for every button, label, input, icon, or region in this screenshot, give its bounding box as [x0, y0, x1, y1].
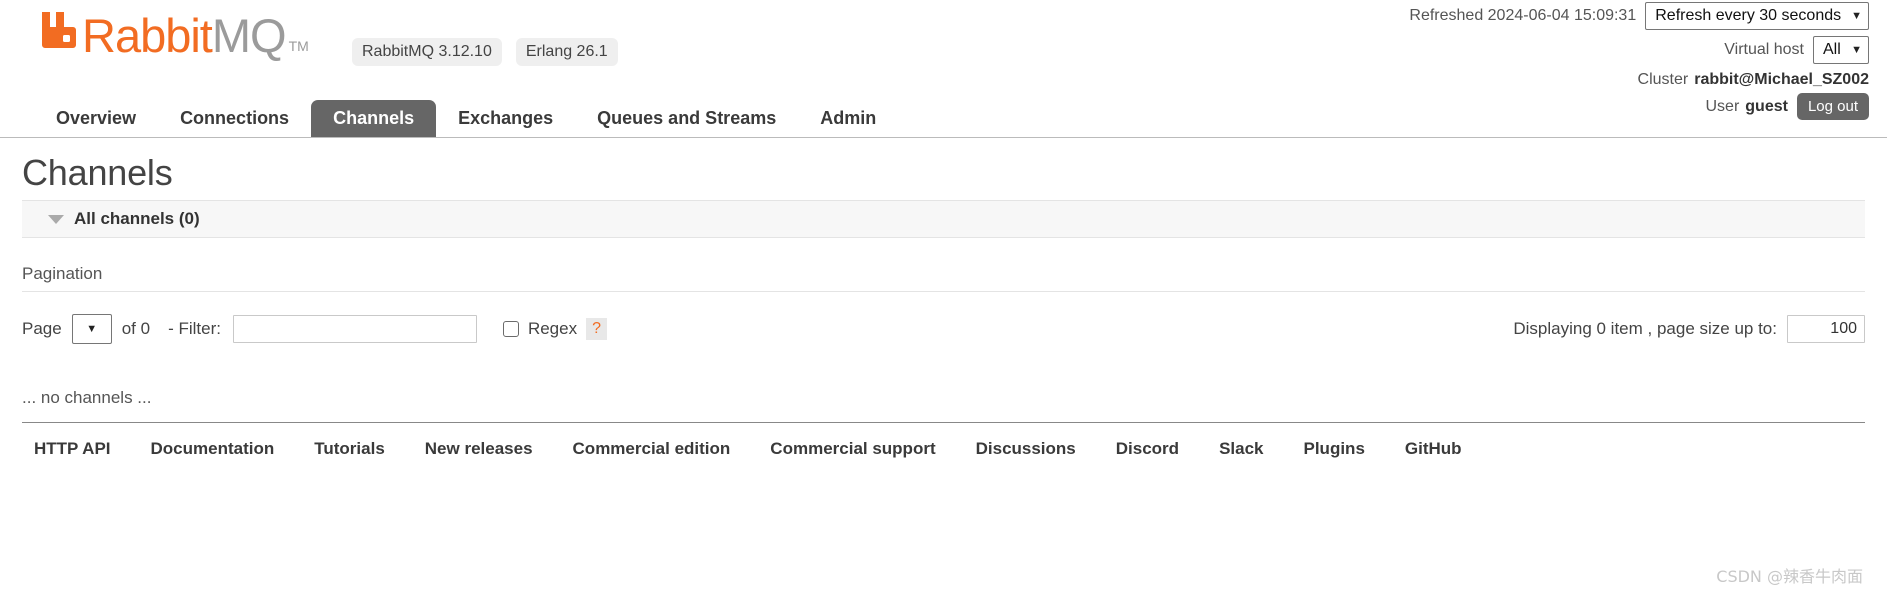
- page-number-select[interactable]: ▼: [71, 314, 112, 344]
- page-label: Page: [22, 319, 62, 338]
- footer-link-documentation[interactable]: Documentation: [151, 439, 275, 459]
- refresh-interval-value: Refresh every 30 seconds: [1655, 7, 1842, 24]
- regex-help-icon[interactable]: ?: [586, 318, 607, 340]
- cluster-name: rabbit@Michael_SZ002: [1694, 71, 1869, 88]
- footer-link-plugins[interactable]: Plugins: [1304, 439, 1365, 459]
- brand-name-mq: MQ: [211, 9, 287, 62]
- tab-connections[interactable]: Connections: [158, 100, 311, 137]
- erlang-version-badge: Erlang 26.1: [515, 38, 618, 66]
- footer-link-github[interactable]: GitHub: [1405, 439, 1462, 459]
- tab-exchanges[interactable]: Exchanges: [436, 100, 575, 137]
- version-badges: RabbitMQ 3.12.10 Erlang 26.1: [352, 38, 618, 66]
- refresh-row: Refreshed 2024-06-04 15:09:31 Refresh ev…: [1409, 2, 1869, 30]
- regex-checkbox[interactable]: [502, 321, 519, 337]
- tab-channels[interactable]: Channels: [311, 100, 437, 137]
- rabbitmq-version-badge: RabbitMQ 3.12.10: [352, 38, 502, 66]
- tab-queues-and-streams[interactable]: Queues and Streams: [575, 100, 798, 137]
- all-channels-label: All channels (0): [74, 209, 200, 228]
- cluster-row: Cluster rabbit@Michael_SZ002: [1409, 71, 1869, 89]
- page-title: Channels: [22, 152, 173, 193]
- triangle-down-icon[interactable]: [48, 214, 64, 224]
- main-navigation: Overview Connections Channels Exchanges …: [0, 100, 1887, 138]
- vhost-value: All: [1823, 41, 1841, 58]
- page-header: RabbitMQ TM RabbitMQ 3.12.10 Erlang 26.1…: [0, 0, 1887, 120]
- pagination-controls: Page ▼ of 0 - Filter: Regex ? Displaying…: [22, 314, 1865, 344]
- pagination-right-group: Displaying 0 item , page size up to:: [1513, 315, 1865, 343]
- vhost-label: Virtual host: [1724, 41, 1804, 58]
- chevron-down-icon: ▼: [1851, 44, 1862, 56]
- footer-link-commercial-support[interactable]: Commercial support: [770, 439, 935, 459]
- rabbitmq-management-page: RabbitMQ TM RabbitMQ 3.12.10 Erlang 26.1…: [0, 0, 1887, 599]
- page-count-label: of 0: [121, 319, 151, 338]
- footer-link-tutorials[interactable]: Tutorials: [314, 439, 385, 459]
- brand-name-rabbit: Rabbit: [82, 9, 213, 62]
- watermark: CSDN @辣香牛肉面: [1716, 567, 1863, 586]
- empty-state-message: ... no channels ...: [22, 388, 152, 407]
- footer-links: HTTP API Documentation Tutorials New rel…: [0, 423, 1887, 459]
- rabbitmq-logo-icon: [36, 8, 80, 52]
- chevron-down-icon: ▼: [86, 323, 98, 335]
- trademark-label: TM: [288, 38, 309, 54]
- regex-label: Regex: [527, 319, 578, 338]
- brand-logo[interactable]: RabbitMQ TM: [36, 8, 309, 59]
- footer-link-new-releases[interactable]: New releases: [425, 439, 533, 459]
- tab-overview[interactable]: Overview: [34, 100, 158, 137]
- pagination-left-group: Page ▼ of 0 - Filter: Regex ?: [22, 314, 607, 344]
- refreshed-timestamp: Refreshed 2024-06-04 15:09:31: [1409, 7, 1637, 24]
- all-channels-section-header[interactable]: All channels (0): [22, 200, 1865, 238]
- page-size-input[interactable]: [1787, 315, 1865, 343]
- footer-link-commercial-edition[interactable]: Commercial edition: [573, 439, 731, 459]
- vhost-select[interactable]: All ▼: [1813, 36, 1869, 64]
- vhost-row: Virtual host All ▼: [1409, 36, 1869, 64]
- pagination-heading: Pagination: [22, 264, 1865, 292]
- chevron-down-icon: ▼: [1851, 10, 1862, 22]
- footer-link-discord[interactable]: Discord: [1116, 439, 1179, 459]
- footer-link-discussions[interactable]: Discussions: [976, 439, 1076, 459]
- footer-link-slack[interactable]: Slack: [1219, 439, 1263, 459]
- refresh-interval-select[interactable]: Refresh every 30 seconds ▼: [1645, 2, 1869, 30]
- footer-link-http-api[interactable]: HTTP API: [34, 439, 111, 459]
- filter-label: - Filter:: [168, 319, 221, 338]
- filter-input[interactable]: [232, 315, 477, 343]
- main-content: Channels All channels (0) Pagination Pag…: [0, 140, 1887, 459]
- displaying-count-label: Displaying 0 item , page size up to:: [1513, 319, 1777, 338]
- cluster-label: Cluster: [1637, 71, 1689, 88]
- tab-admin[interactable]: Admin: [798, 100, 898, 137]
- brand-name: RabbitMQ: [82, 12, 287, 59]
